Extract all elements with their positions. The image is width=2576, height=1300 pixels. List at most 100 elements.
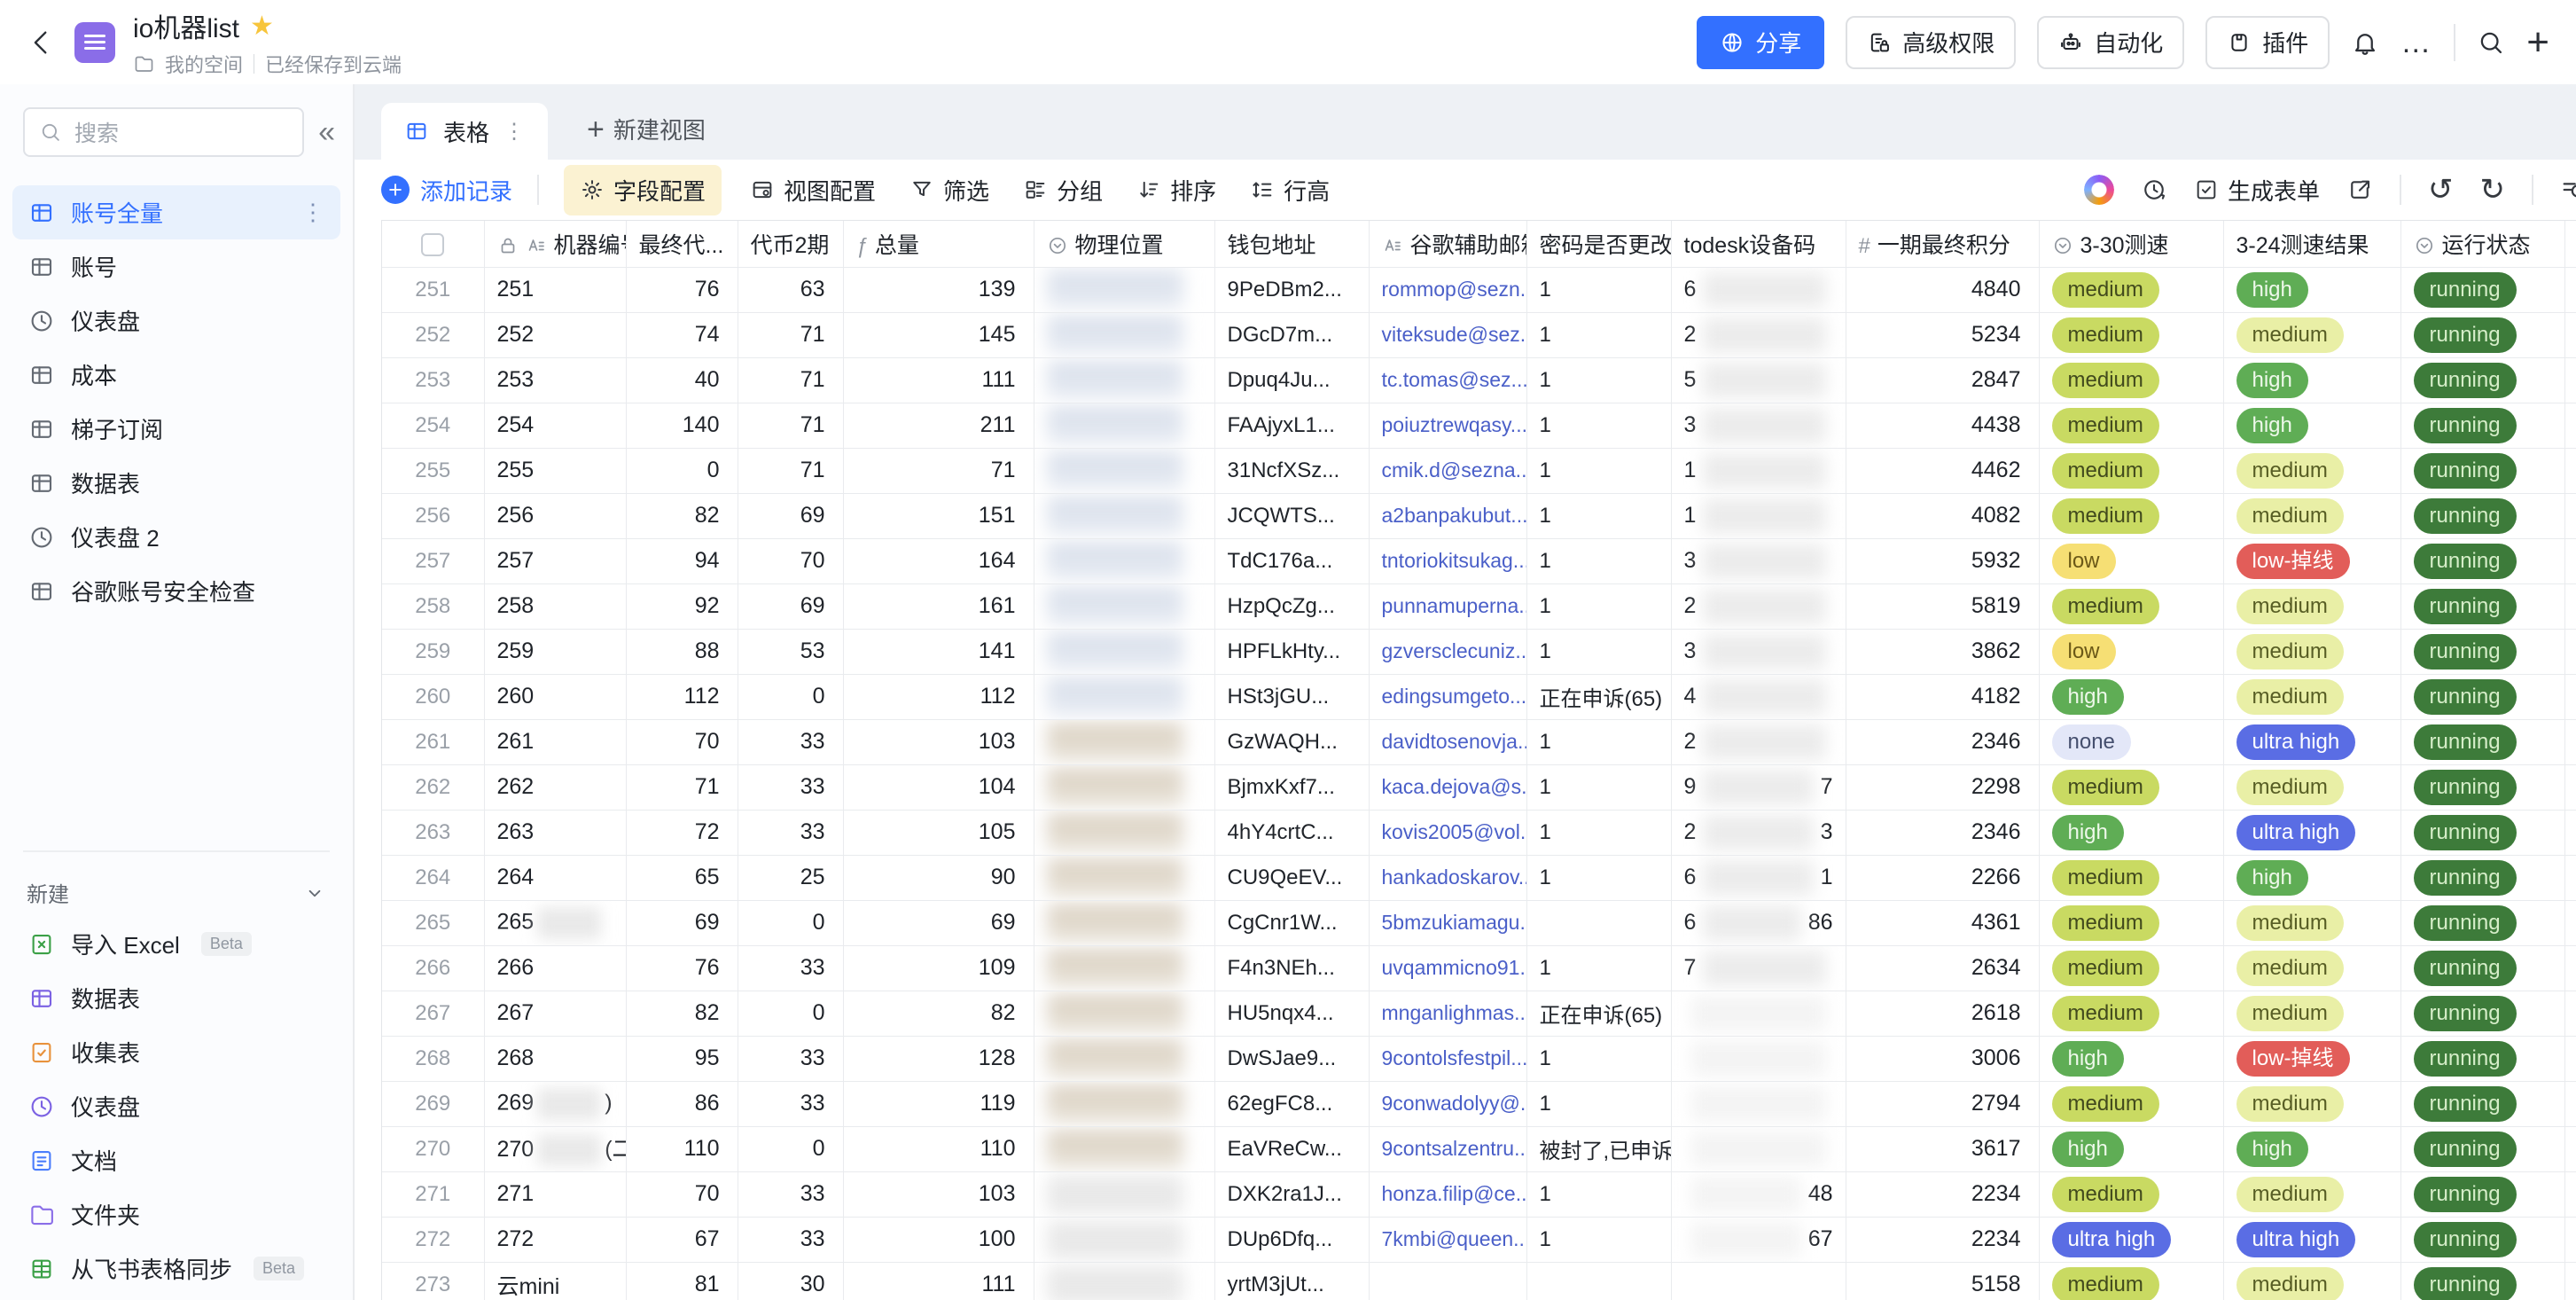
cell-todesk[interactable]: 61 xyxy=(1671,855,1846,901)
new-item-4[interactable]: 仪表盘 xyxy=(12,1079,340,1133)
row-number[interactable]: 269 xyxy=(382,1081,485,1127)
cell-score[interactable]: 2847 xyxy=(1846,357,2040,403)
cell-speed-324[interactable]: medium xyxy=(2223,493,2401,539)
cell-password-changed[interactable]: 1 xyxy=(1526,493,1672,539)
cell-coin2[interactable]: 69 xyxy=(738,493,844,539)
cell-wallet[interactable]: GzWAQH... xyxy=(1214,719,1370,765)
cell-coin2[interactable]: 71 xyxy=(738,357,844,403)
cell-coin2[interactable]: 33 xyxy=(738,1217,844,1263)
cell-todesk[interactable]: 2 xyxy=(1671,312,1846,358)
row-number[interactable]: 253 xyxy=(382,357,485,403)
sort-button[interactable]: 排序 xyxy=(1136,174,1216,207)
cell-coin2[interactable]: 33 xyxy=(738,945,844,991)
cell-speed-324[interactable]: high xyxy=(2223,1126,2401,1172)
row-number[interactable]: 251 xyxy=(382,267,485,313)
cell-speed-330[interactable]: medium xyxy=(2039,1171,2224,1218)
cell-speed-324[interactable]: medium xyxy=(2223,629,2401,675)
cell-run-status[interactable]: running xyxy=(2400,1171,2565,1218)
cell-total[interactable]: 105 xyxy=(843,810,1034,856)
row-number[interactable]: 255 xyxy=(382,448,485,494)
cell-coin2[interactable]: 69 xyxy=(738,583,844,630)
share-button[interactable]: 分享 xyxy=(1697,15,1825,69)
history-icon[interactable] xyxy=(2141,176,2167,203)
cell-run-status[interactable]: running xyxy=(2400,855,2565,901)
column-header-一期最终积分[interactable]: # 一期最终积分 xyxy=(1846,221,2040,268)
cell-total[interactable]: 109 xyxy=(843,945,1034,991)
sidebar-item-1[interactable]: 账号全量 ⋮ xyxy=(12,185,340,239)
cell-email[interactable]: davidtosenovja... xyxy=(1369,719,1527,765)
cell-coin2[interactable]: 71 xyxy=(738,403,844,449)
cell-score[interactable]: 2298 xyxy=(1846,764,2040,811)
cell-final[interactable]: 81 xyxy=(626,1262,738,1300)
cell-speed-324[interactable]: high xyxy=(2223,855,2401,901)
row-number[interactable]: 254 xyxy=(382,403,485,449)
sidebar-item-2[interactable]: 账号 xyxy=(12,239,340,294)
cell-final[interactable]: 71 xyxy=(626,764,738,811)
row-number[interactable]: 268 xyxy=(382,1036,485,1082)
cell-email[interactable]: 9conwadolyy@... xyxy=(1369,1081,1527,1127)
cell-final[interactable]: 110 xyxy=(626,1126,738,1172)
cell-total[interactable]: 103 xyxy=(843,1171,1034,1218)
row-number[interactable]: 273 xyxy=(382,1262,485,1300)
cell-speed-330[interactable]: medium xyxy=(2039,764,2224,811)
cell-speed-324[interactable]: low-掉线 xyxy=(2223,538,2401,584)
cell-score[interactable]: 2234 xyxy=(1846,1217,2040,1263)
cell-email[interactable]: kaca.dejova@s... xyxy=(1369,764,1527,811)
cell-password-changed[interactable]: 1 xyxy=(1526,855,1672,901)
cell-password-changed[interactable]: 1 xyxy=(1526,357,1672,403)
cell-password-changed[interactable]: 1 xyxy=(1526,1036,1672,1082)
cell-wallet[interactable]: CU9QeEV... xyxy=(1214,855,1370,901)
cell-todesk[interactable]: 23 xyxy=(1671,810,1846,856)
cell-run-status[interactable]: running xyxy=(2400,448,2565,494)
cell-coin2[interactable]: 30 xyxy=(738,1262,844,1300)
cell-final[interactable]: 65 xyxy=(626,855,738,901)
cell-run-status[interactable]: running xyxy=(2400,945,2565,991)
cell-coin2[interactable]: 53 xyxy=(738,629,844,675)
cell-location[interactable] xyxy=(1034,448,1215,494)
row-number[interactable]: 263 xyxy=(382,810,485,856)
cell-todesk[interactable]: 5 xyxy=(1671,357,1846,403)
cell-email[interactable]: rommop@sezn... xyxy=(1369,267,1527,313)
cell-speed-324[interactable]: medium xyxy=(2223,1171,2401,1218)
cell-machine-code[interactable]: 252 xyxy=(484,312,627,358)
cell-total[interactable]: 110 xyxy=(843,1126,1034,1172)
cell-run-status[interactable]: running xyxy=(2400,810,2565,856)
cell-total[interactable]: 71 xyxy=(843,448,1034,494)
cell-location[interactable] xyxy=(1034,855,1215,901)
cell-location[interactable] xyxy=(1034,1036,1215,1082)
cell-speed-330[interactable]: medium xyxy=(2039,1262,2224,1300)
tab-more-icon[interactable]: ⋮ xyxy=(503,119,525,145)
cell-total[interactable]: 112 xyxy=(843,674,1034,720)
advanced-permission-button[interactable]: 高级权限 xyxy=(1846,15,2017,69)
search-icon[interactable] xyxy=(2477,28,2505,57)
cell-final[interactable]: 140 xyxy=(626,403,738,449)
cell-wallet[interactable]: HPFLkHty... xyxy=(1214,629,1370,675)
cell-todesk[interactable]: 4 xyxy=(1671,674,1846,720)
space-name[interactable]: 我的空间 xyxy=(165,50,243,78)
cell-location[interactable] xyxy=(1034,945,1215,991)
cell-location[interactable] xyxy=(1034,312,1215,358)
cell-location[interactable] xyxy=(1034,1081,1215,1127)
row-number[interactable]: 272 xyxy=(382,1217,485,1263)
cell-total[interactable]: 145 xyxy=(843,312,1034,358)
cell-final[interactable]: 76 xyxy=(626,945,738,991)
cell-run-status[interactable]: running xyxy=(2400,764,2565,811)
cell-final[interactable]: 70 xyxy=(626,1171,738,1218)
cell-wallet[interactable]: 31NcfXSz... xyxy=(1214,448,1370,494)
cell-speed-324[interactable]: ultra high xyxy=(2223,1217,2401,1263)
cell-machine-code[interactable]: 269) xyxy=(484,1081,627,1127)
column-header-3-30测速[interactable]: 3-30测速 xyxy=(2039,221,2224,268)
cell-wallet[interactable]: FAAjyxL1... xyxy=(1214,403,1370,449)
cell-machine-code[interactable]: 253 xyxy=(484,357,627,403)
cell-speed-324[interactable]: medium xyxy=(2223,1081,2401,1127)
cell-wallet[interactable]: 4hY4crtC... xyxy=(1214,810,1370,856)
cell-total[interactable]: 141 xyxy=(843,629,1034,675)
cell-score[interactable]: 2618 xyxy=(1846,991,2040,1037)
select-all-checkbox[interactable] xyxy=(421,232,445,256)
cell-speed-330[interactable]: medium xyxy=(2039,312,2224,358)
cell-wallet[interactable]: DUp6Dfq... xyxy=(1214,1217,1370,1263)
column-header-3-24测速结果[interactable]: 3-24测速结果 xyxy=(2223,221,2401,268)
cell-total[interactable]: 164 xyxy=(843,538,1034,584)
cell-coin2[interactable]: 33 xyxy=(738,1081,844,1127)
sidebar-item-8[interactable]: 谷歌账号安全检查 xyxy=(12,564,340,618)
